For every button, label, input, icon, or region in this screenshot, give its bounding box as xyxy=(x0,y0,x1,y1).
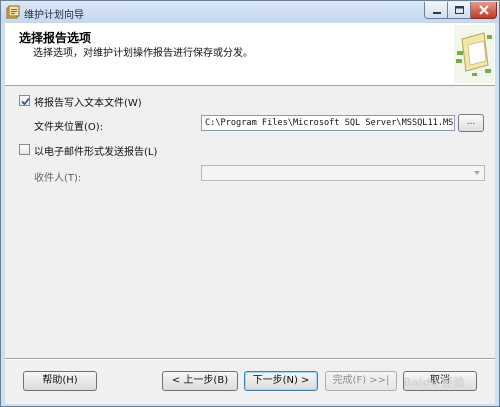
write-file-checkbox[interactable] xyxy=(19,95,30,106)
recipient-select[interactable] xyxy=(201,165,485,181)
maintenance-plan-icon xyxy=(6,5,20,19)
baidu-watermark: Baidu 经验 xyxy=(403,376,465,389)
wizard-body: 选择报告选项 选择选项，对维护计划操作报告进行保存或分发。 将报告写入文本文件(… xyxy=(5,23,495,404)
page-subtitle: 选择选项，对维护计划操作报告进行保存或分发。 xyxy=(33,48,253,59)
close-icon xyxy=(479,5,489,15)
window-title: 维护计划向导 xyxy=(24,10,84,21)
minimize-button[interactable] xyxy=(424,2,448,19)
checkmark-icon xyxy=(21,97,30,106)
footer-divider-highlight xyxy=(5,359,495,360)
next-button[interactable]: 下一步(N) > xyxy=(244,371,318,391)
browse-button[interactable]: ... xyxy=(458,114,484,132)
title-bar[interactable]: 维护计划向导 xyxy=(1,1,499,23)
wizard-graphic-icon xyxy=(454,25,494,83)
folder-location-label: 文件夹位置(O): xyxy=(34,122,104,133)
back-button[interactable]: < 上一步(B) xyxy=(162,371,238,391)
maximize-icon xyxy=(455,6,464,14)
write-file-label[interactable]: 将报告写入文本文件(W) xyxy=(34,94,142,109)
minimize-icon xyxy=(433,12,441,14)
email-report-label[interactable]: 以电子邮件形式发送报告(L) xyxy=(34,143,157,158)
finish-button[interactable]: 完成(F) >>| xyxy=(325,371,397,391)
maximize-button[interactable] xyxy=(448,2,471,19)
recipient-label: 收件人(T): xyxy=(34,173,82,184)
close-button[interactable] xyxy=(471,2,497,19)
chevron-down-icon xyxy=(474,171,480,175)
email-report-checkbox[interactable] xyxy=(19,144,30,155)
wizard-window: 维护计划向导 选择报告选项 选择选项，对维护计划操作报告进行保存或分发。 将报告… xyxy=(0,0,500,407)
help-button[interactable]: 帮助(H) xyxy=(23,371,97,391)
folder-location-input[interactable]: C:\Program Files\Microsoft SQL Server\MS… xyxy=(201,115,455,131)
wizard-header: 选择报告选项 选择选项，对维护计划操作报告进行保存或分发。 xyxy=(5,23,495,86)
